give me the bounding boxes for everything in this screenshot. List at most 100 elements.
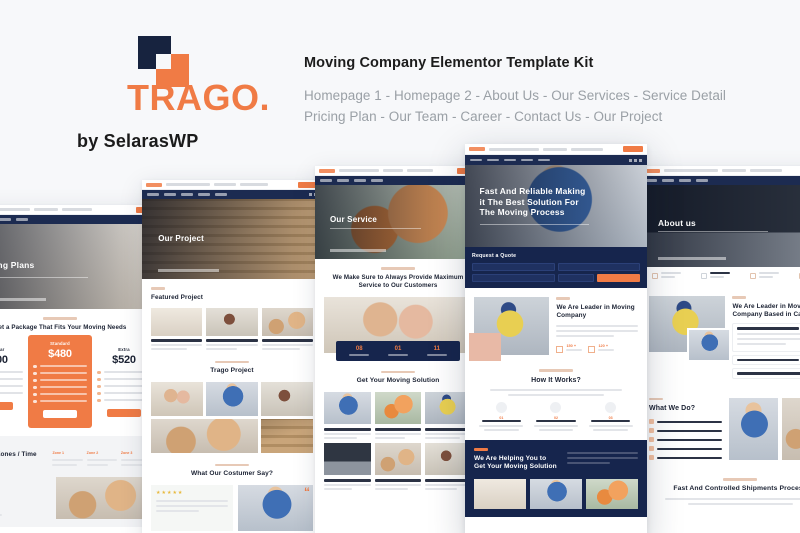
plan-cta-button[interactable] (0, 402, 14, 411)
plan-feature (33, 371, 87, 376)
project-card[interactable] (261, 307, 313, 350)
project-card[interactable] (151, 307, 203, 350)
mock-topbar-email (62, 208, 92, 211)
mock-nav-item[interactable] (320, 179, 332, 182)
date-field[interactable] (557, 274, 594, 282)
feature-icon-item (701, 272, 730, 279)
mock-nav-item[interactable] (16, 218, 28, 221)
plan-feature (33, 399, 87, 404)
plan-label: Regular (0, 346, 5, 352)
submit-button[interactable] (596, 274, 640, 282)
hero-breadcrumb (0, 298, 46, 302)
plan-feature (0, 385, 23, 389)
mock-nav-item[interactable] (164, 193, 176, 196)
section-eyebrow (649, 397, 663, 401)
plan-feature (0, 371, 23, 375)
hero-divider (329, 227, 422, 229)
gallery-item[interactable] (151, 418, 258, 453)
mock-nav-item[interactable] (147, 193, 159, 196)
stats-strip: 08 01 11 (335, 340, 461, 361)
mock-nav-icons (629, 158, 642, 162)
mock-topbar-phone (722, 169, 746, 172)
mock-nav-item[interactable] (371, 179, 383, 182)
section-eyebrow (723, 478, 757, 481)
phone-field[interactable] (472, 274, 555, 282)
counter-item: 150 + (556, 344, 583, 354)
about-photo-secondary (687, 328, 732, 362)
mock-topbar-phone (383, 169, 403, 172)
service-card[interactable] (324, 442, 371, 490)
name-field[interactable] (472, 263, 555, 271)
mock-nav-item[interactable] (354, 179, 366, 182)
what-we-do-photo (728, 397, 778, 460)
mock-topbar-address (0, 208, 30, 211)
gallery-item[interactable] (151, 381, 203, 416)
mock-nav-item[interactable] (181, 193, 193, 196)
accordion-item[interactable] (732, 354, 800, 366)
mock-nav-item[interactable] (215, 193, 227, 196)
mock-topbar-address (664, 169, 718, 172)
pricing-card-standard[interactable]: Standard $480 (28, 334, 92, 429)
hero-title: About us (658, 217, 696, 228)
service-card[interactable] (374, 442, 422, 490)
mockup-our-service[interactable]: Our Service We Make Sure to Always Provi… (315, 166, 481, 533)
mockup-our-project[interactable]: Our Project Featured Project Trago Proje… (142, 180, 322, 533)
pricing-section-title: Get a Package That Fits Your Moving Need… (0, 323, 127, 331)
mock-nav-item[interactable] (696, 179, 708, 182)
pricing-card-regular[interactable]: Regular $300 (0, 339, 23, 411)
mock-nav-item[interactable] (487, 158, 499, 162)
mock-hero: Our Project (142, 199, 322, 279)
mock-navbar (142, 190, 322, 199)
mock-nav-item[interactable] (198, 193, 210, 196)
request-quote-form[interactable]: Request a Quote (465, 247, 647, 288)
mockup-homepage-1[interactable]: Fast And Reliable Making it The Best Sol… (465, 144, 647, 533)
project-card[interactable] (206, 307, 258, 350)
mockup-about-us[interactable]: About us We Are Leader in Moving Company… (640, 166, 800, 533)
gallery-item[interactable] (261, 381, 313, 416)
rating-stars: ★★★★★ (156, 489, 184, 496)
service-card[interactable] (324, 391, 371, 439)
gallery-item[interactable] (261, 418, 313, 453)
delivery-zones-title: Delivery Zones / Time Frame (0, 450, 37, 458)
mock-logo-icon (319, 168, 335, 173)
service-hero-card: 08 01 11 (324, 296, 472, 361)
step-icon (605, 401, 617, 413)
email-field[interactable] (557, 263, 640, 271)
mock-nav-item[interactable] (470, 158, 482, 162)
accordion-item-open[interactable] (732, 323, 800, 352)
mockup-pricing-plan[interactable]: Pricing Plans Get a Package That Fits Yo… (0, 205, 160, 533)
included-pages-line-1: Homepage 1 - Homepage 2 - About Us - Our… (304, 87, 726, 103)
leader-title: We Are Leader in Moving Company (556, 303, 635, 319)
section-eyebrow (539, 369, 573, 372)
mock-nav-item[interactable] (679, 179, 691, 182)
mock-topbar (315, 166, 481, 176)
what-we-do-section: What We Do? (649, 397, 800, 465)
gallery-item[interactable] (206, 381, 258, 416)
decorative-accent-block (469, 333, 501, 361)
mock-hero: About us (640, 185, 800, 267)
plan-cta-button[interactable] (106, 409, 142, 418)
mock-nav-item[interactable] (0, 218, 11, 221)
moving-solution-title: Get Your Moving Solution (356, 377, 440, 385)
hero-title: Our Project (158, 234, 204, 244)
testimonial-title: What Our Costumer Say? (190, 470, 274, 478)
plan-cta-button[interactable] (42, 410, 78, 419)
zone-item: Zone 2 (86, 451, 117, 469)
hero-divider (0, 276, 88, 278)
feature-icon-item (750, 272, 779, 279)
section-eyebrow (556, 297, 571, 300)
mock-navbar (0, 215, 160, 224)
accordion-item[interactable] (732, 368, 800, 379)
mock-topbar (640, 166, 800, 176)
mock-nav-item[interactable] (337, 179, 349, 182)
mock-nav-item[interactable] (538, 158, 550, 162)
mock-navbar (465, 155, 647, 165)
mock-topbar (142, 180, 322, 190)
section-eyebrow (215, 463, 249, 467)
header-text-block: Moving Company Elementor Template Kit Ho… (304, 54, 774, 128)
mock-nav-item[interactable] (521, 158, 533, 162)
mock-nav-item[interactable] (504, 158, 516, 162)
mock-nav-item[interactable] (662, 179, 674, 182)
mock-hero: Fast And Reliable Making it The Best Sol… (465, 165, 647, 247)
service-card[interactable] (374, 391, 422, 439)
